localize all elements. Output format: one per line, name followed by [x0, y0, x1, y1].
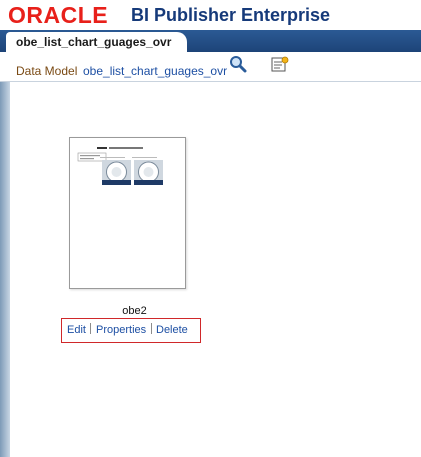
tab-strip: obe_list_chart_guages_ovr	[0, 30, 421, 54]
separator	[151, 323, 152, 334]
separator	[90, 323, 91, 334]
edit-link[interactable]: Edit	[67, 323, 86, 337]
layout-link[interactable]: obe_list_chart_guages_ovr	[83, 64, 227, 78]
delete-link[interactable]: Delete	[156, 323, 188, 337]
data-model-link[interactable]: Data Model	[16, 64, 77, 78]
oracle-logo: ORACLE	[8, 2, 109, 28]
app-title: BI Publisher Enterprise	[131, 5, 331, 25]
layout-thumbnail[interactable]	[69, 137, 186, 289]
frame-left-border	[0, 82, 10, 457]
layout-actions-box: Edit Properties Delete	[61, 318, 201, 343]
search-icon[interactable]	[229, 55, 247, 73]
properties-link[interactable]: Properties	[96, 323, 146, 337]
layout-name: obe2	[122, 305, 147, 317]
properties-icon[interactable]	[271, 56, 289, 72]
tab-report[interactable]: obe_list_chart_guages_ovr	[6, 32, 188, 54]
gauge-right	[134, 160, 163, 185]
gauge-left	[102, 160, 131, 185]
app-header: ORACLE BI Publisher Enterprise	[0, 0, 421, 30]
toolbar: Data Model obe_list_chart_guages_ovr	[0, 52, 421, 82]
thumbnail-preview	[77, 147, 163, 185]
